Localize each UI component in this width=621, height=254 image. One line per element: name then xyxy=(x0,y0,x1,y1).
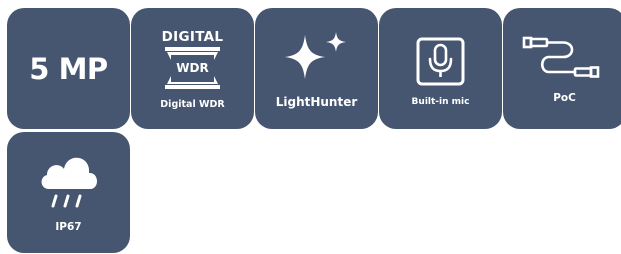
feature-label-lighthunter: LightHunter xyxy=(275,95,358,109)
wdr-badge-text: WDR xyxy=(176,61,209,75)
feature-label-digital-wdr: Digital WDR xyxy=(160,99,225,110)
feature-tile-ip67: IP67 xyxy=(7,132,130,253)
resolution-text: 5 MP xyxy=(29,51,108,86)
feature-label-poe: PoC xyxy=(553,92,576,104)
feature-label-ip67: IP67 xyxy=(55,221,82,233)
cable-icon xyxy=(522,36,600,78)
feature-tile-lighthunter: LightHunter xyxy=(255,8,378,129)
feature-tile-digital-wdr: DIGITAL WDR Digital WDR xyxy=(131,8,254,129)
sparkle-icon xyxy=(285,32,346,79)
feature-label-mic: Built-in mic xyxy=(411,97,470,107)
feature-tile-resolution: 5 MP xyxy=(7,8,130,129)
feature-tile-mic: Built-in mic xyxy=(379,8,502,129)
rain-cloud-icon xyxy=(41,157,98,208)
feature-tile-poe: PoC xyxy=(503,8,621,129)
microphone-icon xyxy=(416,37,465,86)
